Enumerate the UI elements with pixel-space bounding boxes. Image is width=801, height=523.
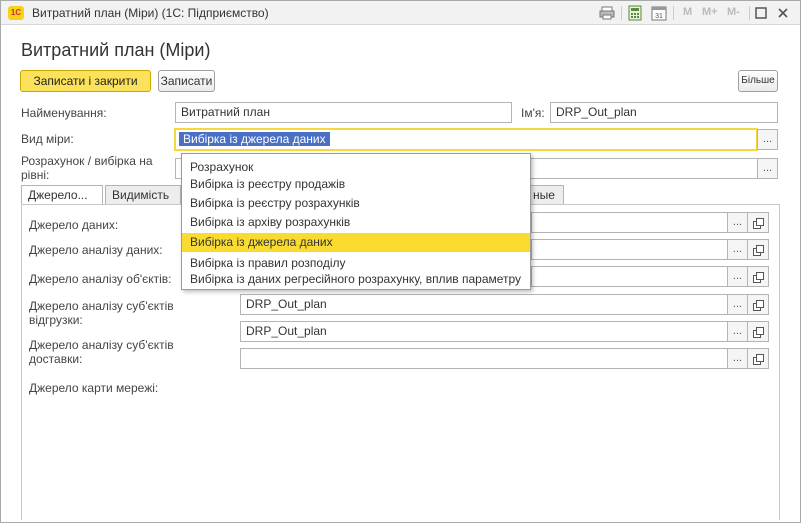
memory-button[interactable]: M [683,6,692,18]
tab-other[interactable]: ные [528,185,564,204]
window-title: Витратний план (Міри) (1С: Підприємство) [32,6,269,20]
delivery-subjects-choice-button[interactable]: ... [727,321,748,342]
open-icon [753,245,764,256]
svg-text:31: 31 [655,13,663,20]
calculator-icon[interactable] [627,5,643,21]
dropdown-item[interactable]: Вибірка із реєстру продажів [182,175,530,194]
shipping-subjects-open-button[interactable] [748,294,769,315]
open-icon [753,327,764,338]
open-icon [753,300,764,311]
shipping-subjects-label: Джерело аналізу суб'єктів відгрузки: [29,299,174,327]
delivery-subjects-field-2[interactable] [240,348,728,369]
delivery-subjects-open-button[interactable] [748,321,769,342]
analysis-source-label: Джерело аналізу даних: [29,243,163,257]
app-logo-icon: 1С [8,6,24,20]
objects-source-choice-button[interactable]: ... [727,266,748,287]
delivery-subjects-2-open-button[interactable] [748,348,769,369]
open-icon [753,354,764,365]
measure-type-choice-button[interactable]: ... [757,129,778,150]
save-and-close-button[interactable]: Записати і закрити [20,70,151,92]
measure-type-label: Вид міри: [21,132,74,146]
tab-source[interactable]: Джерело... [21,185,103,205]
data-source-field[interactable] [531,212,728,233]
measure-type-value: Вибірка із джерела даних [179,132,330,146]
dropdown-item-selected[interactable]: Вибірка із джерела даних [182,233,530,252]
form-title: Витратний план (Міри) [21,40,211,60]
save-button[interactable]: Записати [158,70,215,92]
memory-plus-button[interactable]: M+ [702,6,718,18]
print-icon[interactable] [599,5,615,21]
id-label: Ім'я: [521,106,545,120]
objects-source-open-button[interactable] [748,266,769,287]
dropdown-item[interactable]: Вибірка із даних регресійного розрахунку… [182,270,530,289]
name-label: Найменування: [21,106,107,120]
more-button[interactable]: Більше [738,70,778,92]
app-window: 1С Витратний план (Міри) (1С: Підприємст… [0,0,801,523]
open-icon [753,218,764,229]
open-icon [753,272,764,283]
shipping-subjects-choice-button[interactable]: ... [727,294,748,315]
title-bar: 1С Витратний план (Міри) (1С: Підприємст… [1,1,800,25]
calendar-icon[interactable]: 31 [651,5,667,21]
data-source-open-button[interactable] [748,212,769,233]
dropdown-item[interactable]: Вибірка із реєстру розрахунків [182,194,530,213]
close-icon[interactable] [775,5,791,21]
delivery-subjects-field[interactable]: DRP_Out_plan [240,321,728,342]
id-field[interactable]: DRP_Out_plan [550,102,778,123]
calc-level-choice-button[interactable]: ... [757,158,778,179]
delivery-subjects-2-choice-button[interactable]: ... [727,348,748,369]
dropdown-item[interactable]: Вибірка із архіву розрахунків [182,213,530,232]
objects-source-label: Джерело аналізу об'єктів: [29,272,172,286]
network-map-label: Джерело карти мережі: [29,381,159,395]
tab-visibility[interactable]: Видимість [105,185,181,204]
data-source-choice-button[interactable]: ... [727,212,748,233]
name-field[interactable]: Витратний план [175,102,512,123]
shipping-subjects-field[interactable]: DRP_Out_plan [240,294,728,315]
data-source-label: Джерело даних: [29,218,119,232]
maximize-icon[interactable] [753,5,769,21]
analysis-source-open-button[interactable] [748,239,769,260]
analysis-source-choice-button[interactable]: ... [727,239,748,260]
measure-type-dropdown: Розрахунок Вибірка із реєстру продажів В… [181,153,531,290]
memory-minus-button[interactable]: M- [727,6,740,18]
analysis-source-field[interactable] [531,239,728,260]
measure-type-field[interactable]: Вибірка із джерела даних [174,128,758,151]
delivery-subjects-label: Джерело аналізу суб'єктів доставки: [29,338,174,366]
calc-level-label: Розрахунок / вибірка на рівні: [21,154,153,182]
objects-source-field[interactable] [531,266,728,287]
